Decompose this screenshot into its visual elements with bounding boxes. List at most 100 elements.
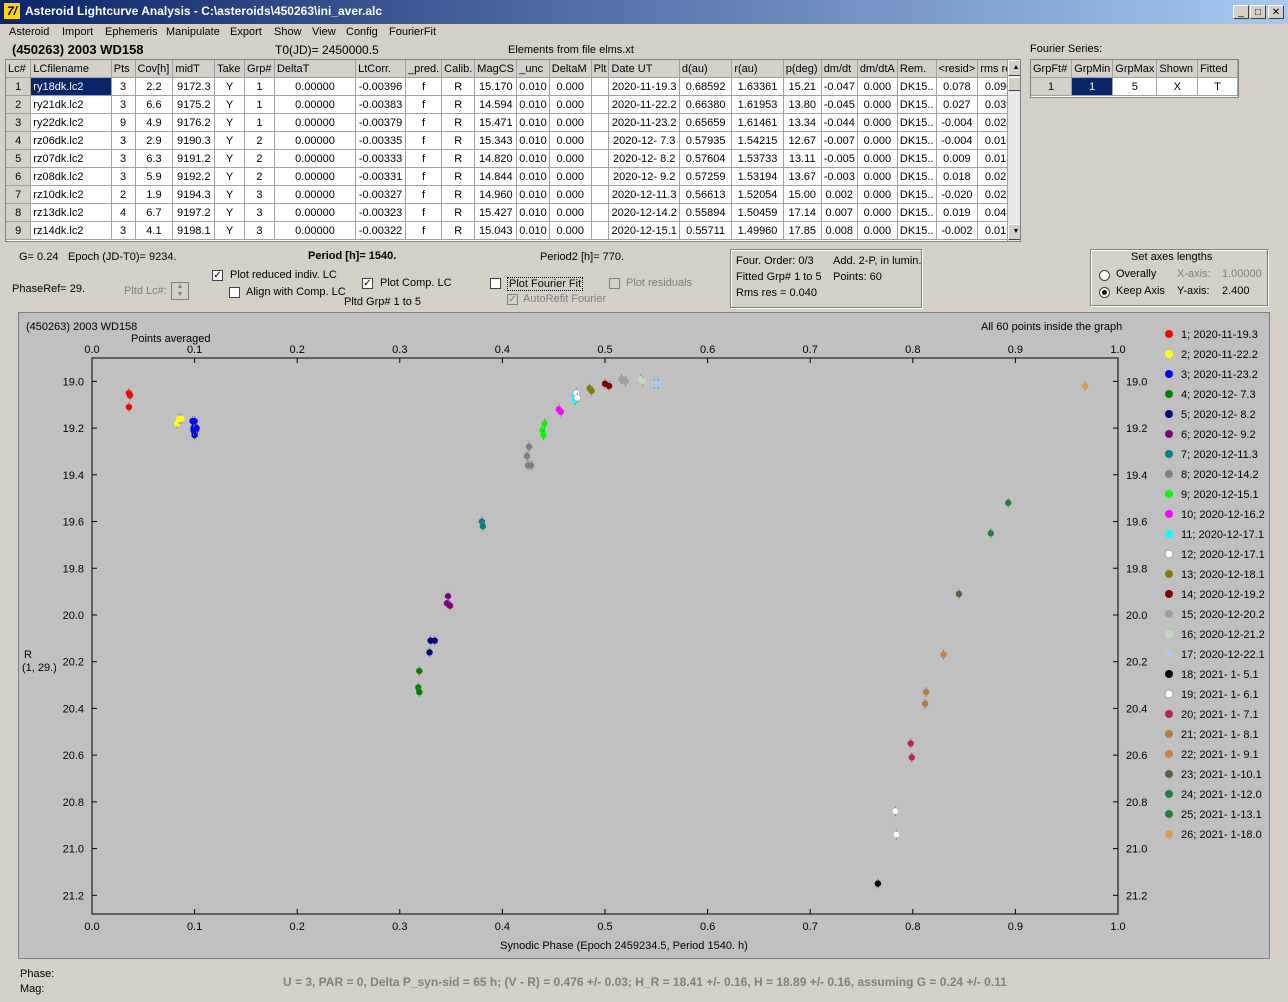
table-cell[interactable]: R xyxy=(441,167,476,186)
table-cell[interactable]: 0.55711 xyxy=(679,221,733,240)
table-row[interactable]: 5 rz07dk.lc2 3 6.3 9191.2 Y 2 0.00000 -0.00333 f R… xyxy=(6,149,1020,168)
table-cell[interactable]: -0.00322 xyxy=(355,221,406,240)
column-header[interactable]: midT xyxy=(172,60,216,78)
table-cell[interactable]: 3 xyxy=(111,131,136,150)
table-cell[interactable]: 0.00000 xyxy=(274,95,357,114)
plot-comp-checkbox[interactable]: ✓ xyxy=(362,278,373,289)
table-cell[interactable]: rz13dk.lc2 xyxy=(30,203,112,222)
lightcurve-table[interactable]: Lc# LCfilename Pts Cov[h] midT Take Grp# DeltaT… xyxy=(5,59,1021,242)
table-cell[interactable] xyxy=(591,167,610,186)
table-cell[interactable]: 0.57259 xyxy=(679,167,733,186)
table-row[interactable]: 1 ry18dk.lc2 3 2.2 9172.3 Y 1 0.00000 -0.00396 f R… xyxy=(6,77,1020,96)
table-row[interactable]: 9 rz14dk.lc2 3 4.1 9198.1 Y 3 0.00000 -0.00322 f R… xyxy=(6,221,1020,240)
column-header[interactable]: DeltaT xyxy=(274,60,357,78)
table-cell[interactable]: 0.68592 xyxy=(679,77,733,96)
table-cell[interactable]: 0.000 xyxy=(857,149,898,168)
table-cell[interactable]: 9190.3 xyxy=(172,131,216,150)
table-cell[interactable]: f xyxy=(405,77,443,96)
table-cell[interactable]: 9 xyxy=(111,113,136,132)
table-cell[interactable]: 15.343 xyxy=(474,131,518,150)
table-cell[interactable]: 1.50459 xyxy=(731,203,784,222)
table-cell[interactable]: 2 xyxy=(6,95,32,114)
plot-residuals-checkbox[interactable] xyxy=(609,278,620,289)
align-comp-checkbox[interactable] xyxy=(229,287,240,298)
table-cell[interactable]: f xyxy=(405,131,443,150)
xaxis-value[interactable]: 1.00000 xyxy=(1222,268,1262,280)
table-cell[interactable]: 0.078 xyxy=(936,77,979,96)
column-header[interactable]: Calib. xyxy=(441,60,476,78)
column-header[interactable]: _unc xyxy=(516,60,550,78)
table-cell[interactable]: 6.6 xyxy=(135,95,174,114)
table-cell[interactable]: 6.7 xyxy=(135,203,174,222)
table-cell[interactable]: rz07dk.lc2 xyxy=(30,149,112,168)
table-cell[interactable]: 13.34 xyxy=(783,113,822,132)
table-scrollbar[interactable]: ▲ ▼ xyxy=(1007,60,1020,241)
table-cell[interactable]: 0.000 xyxy=(857,95,898,114)
table-cell[interactable]: 0.019 xyxy=(936,203,979,222)
table-cell[interactable]: Y xyxy=(214,77,246,96)
table-cell[interactable]: 3 xyxy=(111,221,136,240)
table-cell[interactable]: Y xyxy=(214,167,246,186)
table-cell[interactable]: 15.427 xyxy=(474,203,518,222)
table-cell[interactable]: f xyxy=(405,149,443,168)
column-header[interactable]: p(deg) xyxy=(783,60,822,78)
lightcurve-plot[interactable]: (450263) 2003 WD158 Points averaged All … xyxy=(18,312,1270,959)
table-cell[interactable]: 0.000 xyxy=(549,203,592,222)
table-cell[interactable] xyxy=(591,77,610,96)
table-cell[interactable]: -0.00396 xyxy=(355,77,406,96)
table-cell[interactable]: -0.00323 xyxy=(355,203,406,222)
table-cell[interactable]: 0.000 xyxy=(549,131,592,150)
table-cell[interactable] xyxy=(591,113,610,132)
column-header[interactable]: Date UT xyxy=(608,60,680,78)
table-cell[interactable]: 9 xyxy=(6,221,32,240)
table-cell[interactable]: 0.00000 xyxy=(274,131,357,150)
column-header[interactable]: Cov[h] xyxy=(135,60,174,78)
table-cell[interactable]: 2020-11-19.3 xyxy=(608,77,680,96)
table-cell[interactable] xyxy=(591,95,610,114)
table-cell[interactable]: 14.960 xyxy=(474,185,518,204)
table-cell[interactable]: DK15.. xyxy=(897,131,937,150)
table-cell[interactable]: 0.010 xyxy=(516,77,550,96)
table-cell[interactable]: 3 xyxy=(6,113,32,132)
table-cell[interactable]: 2 xyxy=(111,185,136,204)
table-cell[interactable]: 0.66380 xyxy=(679,95,733,114)
column-header[interactable]: dm/dt xyxy=(821,60,858,78)
table-cell[interactable]: 1.61461 xyxy=(731,113,784,132)
table-cell[interactable]: -0.002 xyxy=(936,221,979,240)
table-cell[interactable]: DK15.. xyxy=(897,203,937,222)
table-cell[interactable]: 1 xyxy=(244,95,275,114)
table-cell[interactable]: rz14dk.lc2 xyxy=(30,221,112,240)
column-header[interactable]: d(au) xyxy=(679,60,733,78)
table-cell[interactable]: 0.000 xyxy=(857,167,898,186)
column-header[interactable]: Pts xyxy=(111,60,136,78)
table-row[interactable]: 4 rz06dk.lc2 3 2.9 9190.3 Y 2 0.00000 -0.00335 f R… xyxy=(6,131,1020,150)
table-cell[interactable]: 2020-12-11.3 xyxy=(608,185,680,204)
table-cell[interactable]: -0.020 xyxy=(936,185,979,204)
table-cell[interactable] xyxy=(591,185,610,204)
table-cell[interactable]: 4.1 xyxy=(135,221,174,240)
table-cell[interactable]: 0.010 xyxy=(516,149,550,168)
column-header[interactable]: Rem. xyxy=(897,60,937,78)
table-cell[interactable]: DK15.. xyxy=(897,77,937,96)
table-row[interactable]: 7 rz10dk.lc2 2 1.9 9194.3 Y 3 0.00000 -0.00327 f R… xyxy=(6,185,1020,204)
table-cell[interactable]: 0.55894 xyxy=(679,203,733,222)
table-cell[interactable]: Y xyxy=(214,113,246,132)
table-cell[interactable]: 1.61953 xyxy=(731,95,784,114)
table-cell[interactable]: 3 xyxy=(111,95,136,114)
menu-show[interactable]: Show xyxy=(274,26,302,38)
column-header[interactable]: Plt xyxy=(591,60,610,78)
table-cell[interactable]: 1 xyxy=(244,113,275,132)
table-cell[interactable]: 0.000 xyxy=(549,113,592,132)
table-cell[interactable]: -0.004 xyxy=(936,113,979,132)
fourier-series-table[interactable]: GrpFt# GrpMin GrpMax Shown Fitted 1 1 5 … xyxy=(1030,59,1239,98)
minimize-button[interactable]: _ xyxy=(1233,5,1249,19)
table-cell[interactable]: 0.00000 xyxy=(274,185,357,204)
table-cell[interactable]: 15.471 xyxy=(474,113,518,132)
table-cell[interactable]: 5.9 xyxy=(135,167,174,186)
plot-fourier-checkbox[interactable] xyxy=(490,278,501,289)
table-cell[interactable]: 9192.2 xyxy=(172,167,216,186)
table-cell[interactable]: DK15.. xyxy=(897,167,937,186)
table-cell[interactable]: Y xyxy=(214,131,246,150)
table-cell[interactable]: DK15.. xyxy=(897,221,937,240)
table-cell[interactable]: -0.044 xyxy=(821,113,858,132)
